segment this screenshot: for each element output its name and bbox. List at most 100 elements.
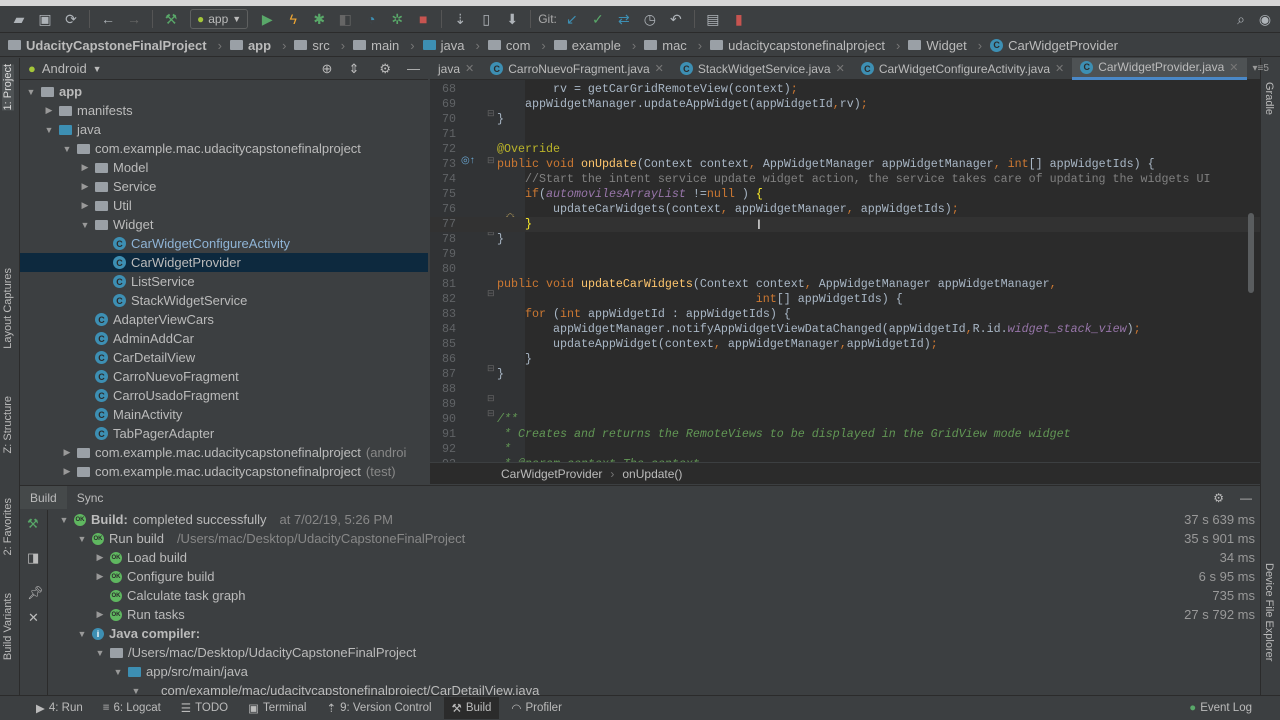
expanded-arrow-icon[interactable]: ▼ (44, 125, 54, 135)
tree-item[interactable]: C CarroUsadoFragment (20, 386, 428, 405)
tab-overflow-button[interactable]: ▾≡5 (1253, 63, 1269, 74)
breadcrumb-item[interactable]: mac (644, 38, 710, 53)
tree-item[interactable]: ▶ Util (20, 196, 428, 215)
device-icon[interactable]: ▮ (728, 8, 750, 30)
expand-arrow-icon[interactable]: ▶ (95, 571, 105, 582)
close-tab-icon[interactable]: ✕ (1229, 61, 1238, 74)
build-tree-item[interactable]: ▶ OK Configure build 6 s 95 ms (54, 567, 1255, 586)
structure-tool-button[interactable]: Z: Structure (2, 396, 14, 453)
gear-icon[interactable]: ⚙ (379, 61, 391, 77)
build-tree-item[interactable]: ▼ OK Run build/Users/mac/Desktop/UdacityCa… (54, 529, 1255, 548)
expand-arrow-icon[interactable]: ▼ (77, 629, 87, 639)
tree-item[interactable]: ▶ Model (20, 158, 428, 177)
run-config-select[interactable]: ● app ▼ (190, 9, 249, 29)
git-commit-icon[interactable]: ✓ (587, 8, 609, 30)
avd-manager-icon[interactable]: ▯ (475, 8, 497, 30)
breadcrumb-item[interactable]: C CarWidgetProvider (990, 38, 1137, 53)
collapsed-arrow-icon[interactable]: ▶ (62, 466, 72, 477)
tree-item[interactable]: C CarWidgetProvider (20, 253, 428, 272)
tool-window-button[interactable]: ▶ 4: Run (28, 697, 91, 719)
debug-icon[interactable]: ✱ (308, 8, 330, 30)
build-tree-item[interactable]: ▼ i Java compiler: (54, 624, 1255, 643)
git-revert-icon[interactable]: ↶ (665, 8, 687, 30)
chevron-down-icon[interactable]: ▼ (93, 64, 102, 74)
code-area[interactable]: 68 rv = getCarGridRemoteView(context); 69… (430, 80, 1260, 462)
run-icon[interactable]: ▶ (256, 8, 278, 30)
tree-item[interactable]: ▼ Widget (20, 215, 428, 234)
editor-tab[interactable]: java ✕ (430, 58, 482, 80)
collapsed-arrow-icon[interactable]: ▶ (80, 181, 90, 192)
breadcrumb-item[interactable]: java (422, 38, 488, 53)
tree-item[interactable]: ▶ Service (20, 177, 428, 196)
expanded-arrow-icon[interactable]: ▼ (26, 87, 36, 97)
build-tree-item[interactable]: ▼ /Users/mac/Desktop/UdacityCapstoneFinal… (54, 643, 1255, 662)
breadcrumb-item[interactable]: src (294, 38, 353, 53)
sync-icon[interactable]: ⟳ (60, 8, 82, 30)
build-tree-item[interactable]: ▼ app/src/main/java (54, 662, 1255, 681)
tool-window-button[interactable]: ⇡ 9: Version Control (318, 697, 439, 719)
breadcrumb-item[interactable]: com (487, 38, 554, 53)
gear-icon[interactable]: ⚙ (1213, 491, 1224, 505)
project-structure-icon[interactable]: ▤ (702, 8, 724, 30)
close-icon[interactable]: ✕ (28, 610, 39, 626)
close-tab-icon[interactable]: ✕ (465, 62, 474, 75)
build-variants-tool-button[interactable]: Build Variants (2, 593, 14, 660)
expand-arrow-icon[interactable]: ▼ (113, 667, 123, 677)
search-everywhere-icon[interactable]: ⌕ (1230, 8, 1252, 30)
open-folder-icon[interactable]: ▰ (8, 8, 30, 30)
favorites-tool-button[interactable]: 2: Favorites (2, 498, 14, 555)
close-tab-icon[interactable]: ✕ (836, 62, 845, 75)
forward-icon[interactable]: → (123, 8, 145, 30)
tool-window-button[interactable]: ▣ Terminal (240, 697, 314, 719)
event-log-button[interactable]: ● Event Log (1181, 697, 1260, 719)
expand-arrow-icon[interactable]: ▼ (77, 534, 87, 544)
expanded-arrow-icon[interactable]: ▼ (80, 220, 90, 230)
collapsed-arrow-icon[interactable]: ▶ (44, 105, 54, 116)
close-tab-icon[interactable]: ✕ (655, 62, 664, 75)
tree-item[interactable]: C AdapterViewCars (20, 310, 428, 329)
avatar-icon[interactable]: ◉ (1254, 8, 1276, 30)
profile-icon[interactable]: ◔ (360, 8, 382, 30)
breadcrumb-class[interactable]: CarWidgetProvider (501, 467, 602, 481)
editor-tab[interactable]: C CarWidgetProvider.java ✕ (1072, 57, 1247, 80)
tree-item[interactable]: ▼ app (20, 82, 428, 101)
hammer-icon[interactable]: ⚒ (27, 516, 39, 532)
tree-item[interactable]: ▶ com.example.mac.udacitycapstonefinalpro… (20, 462, 428, 481)
expand-arrow-icon[interactable]: ▼ (59, 515, 69, 525)
tree-item[interactable]: C StackWidgetService (20, 291, 428, 310)
breadcrumb-item[interactable]: Widget (908, 38, 990, 53)
collapse-all-icon[interactable]: ⇕ (348, 61, 359, 77)
breadcrumb-item[interactable]: example (553, 38, 644, 53)
tree-item[interactable]: C ListService (20, 272, 428, 291)
make-project-hammer-icon[interactable]: ⚒ (160, 8, 182, 30)
tree-item[interactable]: C TabPagerAdapter (20, 424, 428, 443)
tree-item[interactable]: ▼ com.example.mac.udacitycapstonefinalpro… (20, 139, 428, 158)
tab-sync[interactable]: Sync (67, 486, 114, 509)
editor-tab[interactable]: C StackWidgetService.java ✕ (672, 58, 853, 80)
git-update-icon[interactable]: ↙ (561, 8, 583, 30)
device-file-explorer-tool-button[interactable]: Device File Explorer (1263, 563, 1275, 661)
git-history-icon[interactable]: ◷ (639, 8, 661, 30)
gradle-tool-button[interactable]: Gradle (1263, 82, 1275, 115)
expand-arrow-icon[interactable]: ▼ (131, 686, 141, 696)
tool-window-button[interactable]: ⚒ Build (443, 697, 500, 719)
minimize-icon[interactable]: — (407, 61, 420, 76)
tool-window-button[interactable]: ◠ Profiler (503, 697, 569, 719)
close-tab-icon[interactable]: ✕ (1055, 62, 1064, 75)
apply-changes-icon[interactable]: ϟ (282, 8, 304, 30)
tree-item[interactable]: C MainActivity (20, 405, 428, 424)
expanded-arrow-icon[interactable]: ▼ (62, 144, 72, 154)
back-icon[interactable]: ← (97, 8, 119, 30)
toggle-view-icon[interactable]: ◨ (27, 550, 39, 566)
expand-arrow-icon[interactable]: ▼ (95, 648, 105, 658)
attach-debugger-icon[interactable]: ◧ (334, 8, 356, 30)
git-compare-icon[interactable]: ⇄ (613, 8, 635, 30)
tree-item[interactable]: C CarroNuevoFragment (20, 367, 428, 386)
breadcrumb-method[interactable]: onUpdate() (622, 467, 682, 481)
minimize-icon[interactable]: — (1240, 491, 1252, 505)
layout-captures-tool-button[interactable]: Layout Captures (2, 268, 14, 349)
editor-scrollbar[interactable] (1248, 213, 1254, 293)
editor-tab[interactable]: C CarroNuevoFragment.java ✕ (482, 58, 672, 80)
tree-item[interactable]: C CarWidgetConfigureActivity (20, 234, 428, 253)
save-icon[interactable]: ▣ (34, 8, 56, 30)
